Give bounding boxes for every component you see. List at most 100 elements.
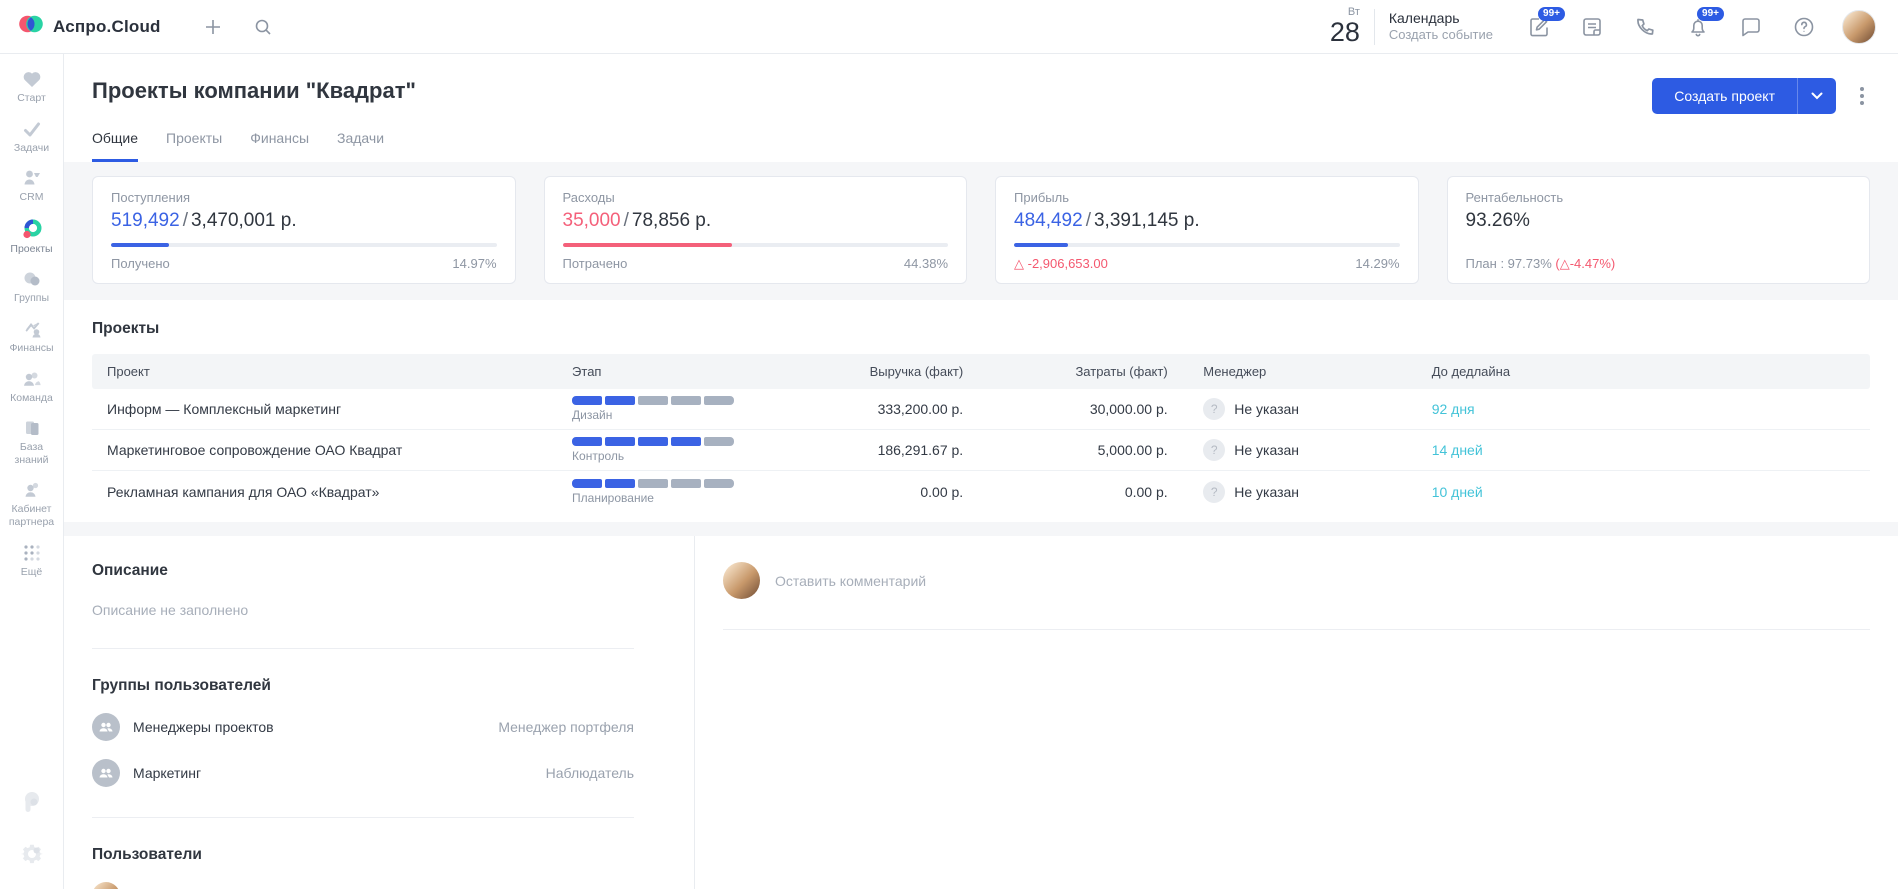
sidebar: Старт Задачи CRM Проекты Группы	[0, 54, 64, 889]
create-project-button[interactable]: Создать проект	[1652, 78, 1797, 114]
main-content: Проекты компании "Квадрат" Создать проек…	[64, 54, 1898, 889]
calendar-widget[interactable]: Календарь Создать событие	[1389, 10, 1493, 44]
inbox-badge: 99+	[1538, 7, 1565, 21]
table-row[interactable]: Маркетинговое сопровождение ОАО Квадрат …	[92, 430, 1870, 471]
group-row[interactable]: Менеджеры проектов Менеджер портфеля	[92, 713, 634, 741]
chat-icon[interactable]	[1739, 15, 1763, 39]
table-row[interactable]: Информ — Комплексный маркетинг Дизайн 33…	[92, 389, 1870, 430]
create-project-split-button: Создать проект	[1652, 78, 1836, 114]
group-avatar-icon	[92, 713, 120, 741]
project-name[interactable]: Рекламная кампания для ОАО «Квадрат»	[92, 484, 572, 500]
stat-card-expenses[interactable]: Расходы 35,000/78,856 р. Потрачено 44.38…	[544, 176, 968, 284]
revenue-value: 0.00 р.	[759, 484, 963, 500]
check-icon	[22, 120, 42, 138]
user-row[interactable]: Александр Логинов Менеджер портфеля	[92, 882, 634, 889]
project-name[interactable]: Информ — Комплексный маркетинг	[92, 401, 572, 417]
sidebar-item-partner-cabinet[interactable]: Кабинет партнера	[2, 481, 61, 528]
profit-footer-percent: 14.29%	[1355, 256, 1399, 272]
sidebar-item-knowledge-base[interactable]: База знаний	[2, 419, 61, 466]
partner-program-logo-icon[interactable]	[19, 789, 45, 820]
divider	[92, 648, 634, 649]
calendar-date[interactable]: Вт 28	[1330, 7, 1360, 46]
col-deadline: До дедлайна	[1408, 364, 1861, 379]
tab-finance[interactable]: Финансы	[250, 130, 309, 162]
manager-unknown-icon: ?	[1203, 439, 1225, 461]
deadline-link[interactable]: 10 дней	[1432, 484, 1483, 500]
expenses-total: 78,856 р.	[632, 210, 711, 231]
sidebar-item-groups[interactable]: Группы	[2, 270, 61, 305]
stat-card-profitability[interactable]: Рентабельность 93.26% План : 97.73% (△-4…	[1447, 176, 1871, 284]
comment-input-placeholder[interactable]: Оставить комментарий	[775, 573, 926, 589]
stage-progress	[572, 396, 759, 405]
manager-name: Не указан	[1234, 484, 1299, 500]
tab-general[interactable]: Общие	[92, 130, 138, 162]
income-value: 519,492	[111, 210, 180, 231]
sidebar-item-projects[interactable]: Проекты	[2, 219, 61, 256]
sidebar-item-team[interactable]: Команда	[2, 370, 61, 405]
partner-icon	[22, 481, 42, 499]
group-role: Менеджер портфеля	[498, 719, 634, 735]
crm-funnel-icon	[22, 169, 42, 187]
sidebar-item-crm[interactable]: CRM	[2, 169, 61, 204]
calendar-create-event: Создать событие	[1389, 27, 1493, 43]
costs-value: 0.00 р.	[963, 484, 1167, 500]
sidebar-item-finance[interactable]: Финансы	[2, 320, 61, 355]
heart-icon	[22, 70, 42, 88]
groups-heading: Группы пользователей	[92, 677, 634, 695]
stat-card-income[interactable]: Поступления 519,492/3,470,001 р. Получен…	[92, 176, 516, 284]
income-footer-percent: 14.97%	[452, 256, 496, 271]
sidebar-item-more[interactable]: Ещё	[2, 544, 61, 579]
notifications-icon[interactable]: 99+	[1686, 15, 1710, 39]
revenue-value: 186,291.67 р.	[759, 442, 963, 458]
brand-logo-icon	[18, 11, 44, 42]
group-name[interactable]: Маркетинг	[133, 765, 201, 781]
table-header: Проект Этап Выручка (факт) Затраты (факт…	[92, 354, 1870, 389]
settings-gear-icon[interactable]	[20, 842, 44, 871]
sidebar-item-start[interactable]: Старт	[2, 70, 61, 105]
group-avatar-icon	[92, 759, 120, 787]
tab-tasks[interactable]: Задачи	[337, 130, 384, 162]
inbox-icon[interactable]: 99+	[1527, 15, 1551, 39]
stage-progress	[572, 437, 759, 446]
help-icon[interactable]	[1792, 15, 1816, 39]
description-empty-placeholder[interactable]: Описание не заполнено	[92, 602, 634, 618]
table-row[interactable]: Рекламная кампания для ОАО «Квадрат» Пла…	[92, 471, 1870, 512]
group-row[interactable]: Маркетинг Наблюдатель	[92, 759, 634, 787]
manager-unknown-icon: ?	[1203, 398, 1225, 420]
circles-icon	[22, 270, 42, 288]
brand[interactable]: Аспро.Cloud	[18, 11, 161, 42]
stat-card-profit[interactable]: Прибыль 484,492/3,391,145 р. △ -2,906,65…	[995, 176, 1419, 284]
comment-author-avatar	[723, 562, 760, 599]
deadline-link[interactable]: 14 дней	[1432, 442, 1483, 458]
user-avatar[interactable]	[1842, 10, 1876, 44]
sidebar-item-tasks[interactable]: Задачи	[2, 120, 61, 155]
stage-label: Контроль	[572, 449, 759, 463]
income-progress-bar	[111, 243, 497, 247]
profitability-delta: (△-4.47%)	[1555, 256, 1615, 271]
search-icon[interactable]	[253, 17, 273, 37]
group-name[interactable]: Менеджеры проектов	[133, 719, 274, 735]
tab-projects[interactable]: Проекты	[166, 130, 222, 162]
expenses-value: 35,000	[563, 210, 621, 231]
profit-total: 3,391,145 р.	[1094, 210, 1200, 231]
project-name[interactable]: Маркетинговое сопровождение ОАО Квадрат	[92, 442, 572, 458]
profit-value: 484,492	[1014, 210, 1083, 231]
expenses-progress-bar	[563, 243, 949, 247]
topbar: Аспро.Cloud Вт 28 Календарь Создать собы…	[0, 0, 1898, 54]
create-project-dropdown-button[interactable]	[1797, 78, 1836, 114]
costs-value: 5,000.00 р.	[963, 442, 1167, 458]
phone-icon[interactable]	[1633, 15, 1657, 39]
revenue-value: 333,200.00 р.	[759, 401, 963, 417]
projects-heading: Проекты	[92, 320, 1870, 338]
finance-icon	[22, 320, 42, 338]
profit-delta: △ -2,906,653.00	[1014, 256, 1108, 272]
income-total: 3,470,001 р.	[191, 210, 297, 231]
create-plus-icon[interactable]	[203, 17, 223, 37]
deadline-link[interactable]: 92 дня	[1432, 401, 1475, 417]
stage-label: Планирование	[572, 491, 759, 505]
page-title: Проекты компании "Квадрат"	[92, 78, 416, 104]
notes-icon[interactable]	[1580, 15, 1604, 39]
stat-cards: Поступления 519,492/3,470,001 р. Получен…	[64, 162, 1898, 286]
description-heading: Описание	[92, 562, 634, 580]
more-options-button[interactable]	[1854, 81, 1870, 111]
